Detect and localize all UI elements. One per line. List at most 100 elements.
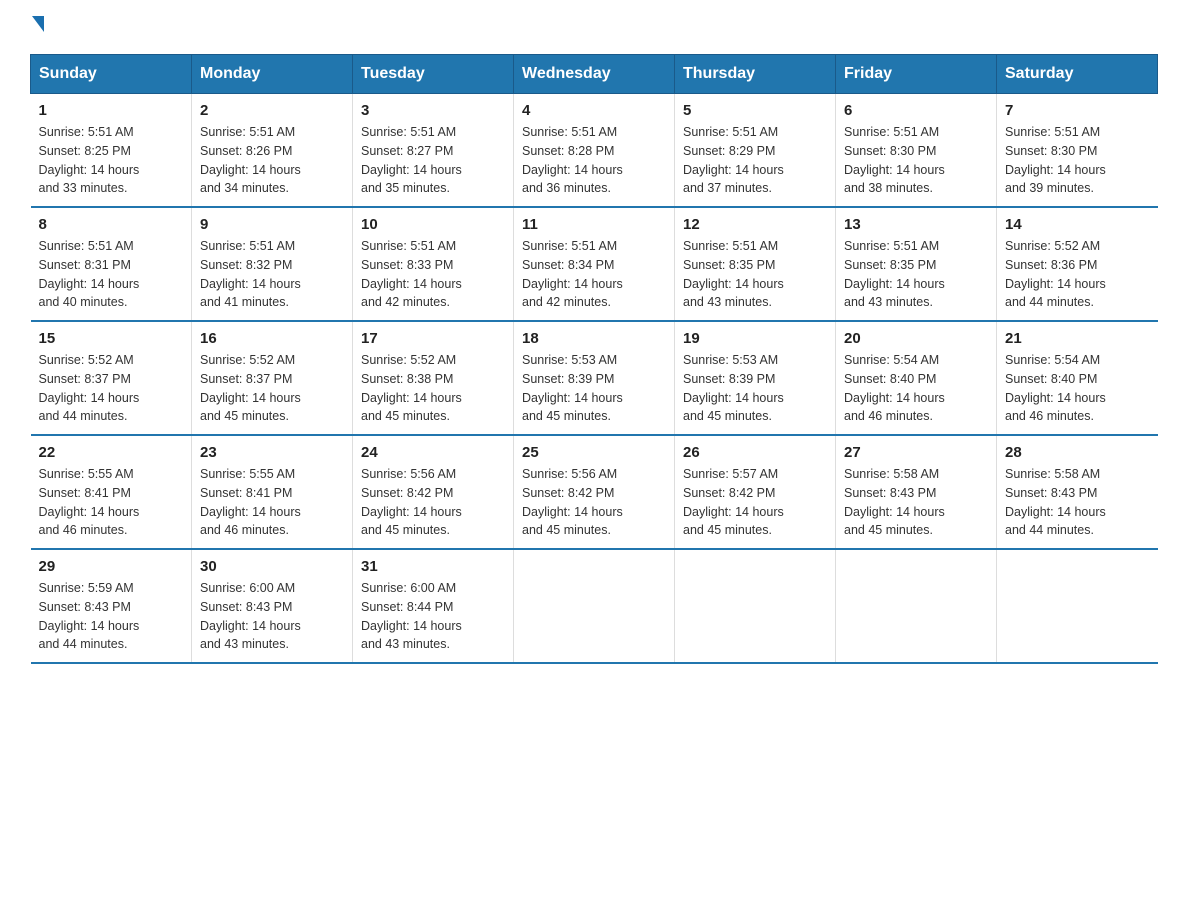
- day-info: Sunrise: 5:51 AMSunset: 8:33 PMDaylight:…: [361, 239, 462, 309]
- day-cell: [836, 549, 997, 663]
- calendar-header: SundayMondayTuesdayWednesdayThursdayFrid…: [31, 55, 1158, 94]
- day-cell: 22 Sunrise: 5:55 AMSunset: 8:41 PMDaylig…: [31, 435, 192, 549]
- day-cell: [514, 549, 675, 663]
- week-row-1: 1 Sunrise: 5:51 AMSunset: 8:25 PMDayligh…: [31, 94, 1158, 208]
- day-cell: [997, 549, 1158, 663]
- day-number: 19: [683, 330, 827, 347]
- day-cell: 31 Sunrise: 6:00 AMSunset: 8:44 PMDaylig…: [353, 549, 514, 663]
- day-info: Sunrise: 5:57 AMSunset: 8:42 PMDaylight:…: [683, 467, 784, 537]
- day-info: Sunrise: 5:52 AMSunset: 8:37 PMDaylight:…: [200, 353, 301, 423]
- day-number: 14: [1005, 216, 1150, 233]
- day-cell: 23 Sunrise: 5:55 AMSunset: 8:41 PMDaylig…: [192, 435, 353, 549]
- day-cell: 12 Sunrise: 5:51 AMSunset: 8:35 PMDaylig…: [675, 207, 836, 321]
- day-cell: 1 Sunrise: 5:51 AMSunset: 8:25 PMDayligh…: [31, 94, 192, 208]
- header-saturday: Saturday: [997, 55, 1158, 94]
- day-info: Sunrise: 5:53 AMSunset: 8:39 PMDaylight:…: [522, 353, 623, 423]
- day-number: 26: [683, 444, 827, 461]
- day-info: Sunrise: 5:51 AMSunset: 8:26 PMDaylight:…: [200, 125, 301, 195]
- day-number: 4: [522, 102, 666, 119]
- day-info: Sunrise: 5:51 AMSunset: 8:31 PMDaylight:…: [39, 239, 140, 309]
- header-tuesday: Tuesday: [353, 55, 514, 94]
- day-info: Sunrise: 5:51 AMSunset: 8:30 PMDaylight:…: [1005, 125, 1106, 195]
- day-cell: 30 Sunrise: 6:00 AMSunset: 8:43 PMDaylig…: [192, 549, 353, 663]
- week-row-4: 22 Sunrise: 5:55 AMSunset: 8:41 PMDaylig…: [31, 435, 1158, 549]
- day-number: 28: [1005, 444, 1150, 461]
- day-info: Sunrise: 5:59 AMSunset: 8:43 PMDaylight:…: [39, 581, 140, 651]
- day-number: 6: [844, 102, 988, 119]
- day-number: 24: [361, 444, 505, 461]
- day-number: 29: [39, 558, 184, 575]
- day-cell: 10 Sunrise: 5:51 AMSunset: 8:33 PMDaylig…: [353, 207, 514, 321]
- day-number: 18: [522, 330, 666, 347]
- day-cell: 8 Sunrise: 5:51 AMSunset: 8:31 PMDayligh…: [31, 207, 192, 321]
- day-cell: 3 Sunrise: 5:51 AMSunset: 8:27 PMDayligh…: [353, 94, 514, 208]
- day-cell: 11 Sunrise: 5:51 AMSunset: 8:34 PMDaylig…: [514, 207, 675, 321]
- day-cell: 9 Sunrise: 5:51 AMSunset: 8:32 PMDayligh…: [192, 207, 353, 321]
- day-info: Sunrise: 5:51 AMSunset: 8:28 PMDaylight:…: [522, 125, 623, 195]
- day-number: 30: [200, 558, 344, 575]
- day-info: Sunrise: 5:51 AMSunset: 8:29 PMDaylight:…: [683, 125, 784, 195]
- header-row: SundayMondayTuesdayWednesdayThursdayFrid…: [31, 55, 1158, 94]
- day-cell: 24 Sunrise: 5:56 AMSunset: 8:42 PMDaylig…: [353, 435, 514, 549]
- day-info: Sunrise: 5:52 AMSunset: 8:37 PMDaylight:…: [39, 353, 140, 423]
- day-number: 22: [39, 444, 184, 461]
- day-info: Sunrise: 5:56 AMSunset: 8:42 PMDaylight:…: [522, 467, 623, 537]
- day-number: 13: [844, 216, 988, 233]
- day-number: 15: [39, 330, 184, 347]
- day-number: 17: [361, 330, 505, 347]
- day-info: Sunrise: 5:51 AMSunset: 8:35 PMDaylight:…: [683, 239, 784, 309]
- header-wednesday: Wednesday: [514, 55, 675, 94]
- day-number: 10: [361, 216, 505, 233]
- day-cell: 17 Sunrise: 5:52 AMSunset: 8:38 PMDaylig…: [353, 321, 514, 435]
- header-sunday: Sunday: [31, 55, 192, 94]
- day-cell: 26 Sunrise: 5:57 AMSunset: 8:42 PMDaylig…: [675, 435, 836, 549]
- day-cell: 4 Sunrise: 5:51 AMSunset: 8:28 PMDayligh…: [514, 94, 675, 208]
- week-row-3: 15 Sunrise: 5:52 AMSunset: 8:37 PMDaylig…: [31, 321, 1158, 435]
- day-number: 21: [1005, 330, 1150, 347]
- day-info: Sunrise: 5:52 AMSunset: 8:36 PMDaylight:…: [1005, 239, 1106, 309]
- calendar-body: 1 Sunrise: 5:51 AMSunset: 8:25 PMDayligh…: [31, 94, 1158, 664]
- day-cell: 19 Sunrise: 5:53 AMSunset: 8:39 PMDaylig…: [675, 321, 836, 435]
- week-row-2: 8 Sunrise: 5:51 AMSunset: 8:31 PMDayligh…: [31, 207, 1158, 321]
- header-thursday: Thursday: [675, 55, 836, 94]
- day-cell: 29 Sunrise: 5:59 AMSunset: 8:43 PMDaylig…: [31, 549, 192, 663]
- day-info: Sunrise: 6:00 AMSunset: 8:43 PMDaylight:…: [200, 581, 301, 651]
- day-info: Sunrise: 5:51 AMSunset: 8:32 PMDaylight:…: [200, 239, 301, 309]
- day-cell: 18 Sunrise: 5:53 AMSunset: 8:39 PMDaylig…: [514, 321, 675, 435]
- day-number: 7: [1005, 102, 1150, 119]
- day-info: Sunrise: 5:51 AMSunset: 8:25 PMDaylight:…: [39, 125, 140, 195]
- day-info: Sunrise: 6:00 AMSunset: 8:44 PMDaylight:…: [361, 581, 462, 651]
- day-number: 11: [522, 216, 666, 233]
- day-number: 16: [200, 330, 344, 347]
- day-info: Sunrise: 5:51 AMSunset: 8:35 PMDaylight:…: [844, 239, 945, 309]
- day-info: Sunrise: 5:52 AMSunset: 8:38 PMDaylight:…: [361, 353, 462, 423]
- day-cell: 13 Sunrise: 5:51 AMSunset: 8:35 PMDaylig…: [836, 207, 997, 321]
- day-number: 8: [39, 216, 184, 233]
- day-cell: 27 Sunrise: 5:58 AMSunset: 8:43 PMDaylig…: [836, 435, 997, 549]
- day-cell: 2 Sunrise: 5:51 AMSunset: 8:26 PMDayligh…: [192, 94, 353, 208]
- logo: [30, 20, 44, 36]
- day-cell: 21 Sunrise: 5:54 AMSunset: 8:40 PMDaylig…: [997, 321, 1158, 435]
- day-number: 2: [200, 102, 344, 119]
- day-info: Sunrise: 5:56 AMSunset: 8:42 PMDaylight:…: [361, 467, 462, 537]
- day-number: 12: [683, 216, 827, 233]
- day-cell: 25 Sunrise: 5:56 AMSunset: 8:42 PMDaylig…: [514, 435, 675, 549]
- week-row-5: 29 Sunrise: 5:59 AMSunset: 8:43 PMDaylig…: [31, 549, 1158, 663]
- day-info: Sunrise: 5:55 AMSunset: 8:41 PMDaylight:…: [200, 467, 301, 537]
- day-number: 31: [361, 558, 505, 575]
- header-friday: Friday: [836, 55, 997, 94]
- day-number: 25: [522, 444, 666, 461]
- day-number: 5: [683, 102, 827, 119]
- day-cell: [675, 549, 836, 663]
- day-cell: 28 Sunrise: 5:58 AMSunset: 8:43 PMDaylig…: [997, 435, 1158, 549]
- header-monday: Monday: [192, 55, 353, 94]
- day-info: Sunrise: 5:54 AMSunset: 8:40 PMDaylight:…: [844, 353, 945, 423]
- day-number: 27: [844, 444, 988, 461]
- calendar-table: SundayMondayTuesdayWednesdayThursdayFrid…: [30, 54, 1158, 664]
- day-info: Sunrise: 5:51 AMSunset: 8:30 PMDaylight:…: [844, 125, 945, 195]
- day-cell: 7 Sunrise: 5:51 AMSunset: 8:30 PMDayligh…: [997, 94, 1158, 208]
- day-number: 23: [200, 444, 344, 461]
- day-info: Sunrise: 5:55 AMSunset: 8:41 PMDaylight:…: [39, 467, 140, 537]
- logo-arrow-icon: [32, 16, 44, 32]
- day-cell: 16 Sunrise: 5:52 AMSunset: 8:37 PMDaylig…: [192, 321, 353, 435]
